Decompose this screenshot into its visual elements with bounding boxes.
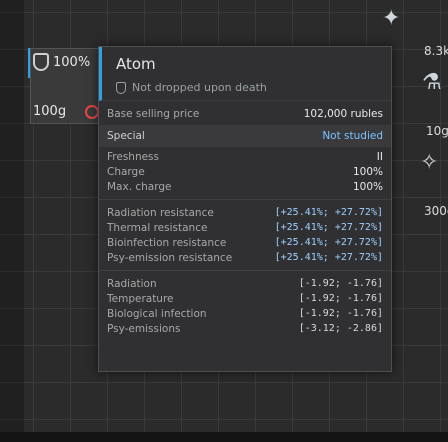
- item-durability: 100%: [33, 53, 90, 71]
- protection-row: Biological infection [-1.92; -1.76]: [99, 306, 391, 321]
- price-value: 102,000 rubles: [303, 108, 383, 120]
- item-title: Atom: [116, 55, 156, 73]
- resistance-value: [+25.41%; +27.72%]: [274, 237, 383, 248]
- stat-label: Max. charge: [107, 180, 172, 193]
- resistance-label: Radiation resistance: [107, 206, 214, 219]
- protection-row: Psy-emissions [-3.12; -2.86]: [99, 321, 391, 336]
- resistance-row: Radiation resistance [+25.41%; +27.72%]: [99, 205, 391, 220]
- special-value: Not studied: [322, 130, 383, 142]
- bottom-bar: [0, 432, 448, 442]
- item-weight-3: 300g: [424, 204, 448, 218]
- stat-label: Charge: [107, 165, 145, 178]
- artifact-icon[interactable]: ✧: [420, 150, 438, 175]
- protection-row: Radiation [-1.92; -1.76]: [99, 276, 391, 291]
- resistance-row: Psy-emission resistance [+25.41%; +27.72…: [99, 250, 391, 265]
- stat-value: 100%: [352, 165, 383, 178]
- protection-row: Temperature [-1.92; -1.76]: [99, 291, 391, 306]
- resistance-label: Bioinfection resistance: [107, 236, 227, 249]
- special-row: Special Not studied: [99, 125, 391, 147]
- resistance-value: [+25.41%; +27.72%]: [274, 252, 383, 263]
- resistance-label: Psy-emission resistance: [107, 251, 233, 264]
- divider: [99, 270, 391, 271]
- resistances-block: Radiation resistance [+25.41%; +27.72%] …: [99, 203, 391, 267]
- protection-label: Radiation: [107, 277, 157, 290]
- shield-icon: [116, 81, 126, 94]
- stat-row: Max. charge 100%: [99, 179, 391, 194]
- resistance-row: Bioinfection resistance [+25.41%; +27.72…: [99, 235, 391, 250]
- protection-value: [-1.92; -1.76]: [298, 293, 383, 304]
- item-slot-atom[interactable]: 100% 100g: [30, 48, 106, 124]
- durability-value: 100%: [53, 54, 91, 70]
- death-note: Not dropped upon death: [116, 81, 381, 94]
- price-label: Base selling price: [107, 108, 200, 120]
- protection-label: Biological infection: [107, 307, 207, 320]
- tool-icon[interactable]: ✦: [382, 6, 400, 31]
- resistance-row: Thermal resistance [+25.41%; +27.72%]: [99, 220, 391, 235]
- item-weight: 100g: [33, 104, 67, 119]
- stat-label: Freshness: [107, 150, 160, 163]
- protections-block: Radiation [-1.92; -1.76] Temperature [-1…: [99, 274, 391, 338]
- protection-label: Temperature: [107, 292, 174, 305]
- item-weight-2: 10g: [426, 124, 448, 138]
- protection-value: [-1.92; -1.76]: [298, 278, 383, 289]
- stat-row: Charge 100%: [99, 164, 391, 179]
- item-tooltip: Atom Not dropped upon death Base selling…: [98, 46, 392, 372]
- left-edge-shade: [0, 0, 24, 442]
- shield-icon: [33, 53, 49, 71]
- resistance-value: [+25.41%; +27.72%]: [274, 222, 383, 233]
- protection-value: [-1.92; -1.76]: [298, 308, 383, 319]
- tooltip-header: Atom Not dropped upon death: [99, 47, 391, 101]
- stat-value: II: [376, 150, 383, 163]
- price-row: Base selling price 102,000 rubles: [99, 103, 391, 125]
- stat-value: 100%: [352, 180, 383, 193]
- item-weight-1: 8.3k: [424, 44, 448, 58]
- resistance-value: [+25.41%; +27.72%]: [274, 207, 383, 218]
- divider: [99, 199, 391, 200]
- stats-block: Freshness II Charge 100% Max. charge 100…: [99, 147, 391, 196]
- death-note-text: Not dropped upon death: [132, 81, 267, 94]
- protection-label: Psy-emissions: [107, 322, 181, 335]
- flashlight-icon[interactable]: ⚗: [422, 70, 442, 95]
- stat-row: Freshness II: [99, 149, 391, 164]
- radiation-icon: [85, 105, 99, 119]
- special-label: Special: [107, 130, 145, 142]
- protection-value: [-3.12; -2.86]: [298, 323, 383, 334]
- resistance-label: Thermal resistance: [107, 221, 208, 234]
